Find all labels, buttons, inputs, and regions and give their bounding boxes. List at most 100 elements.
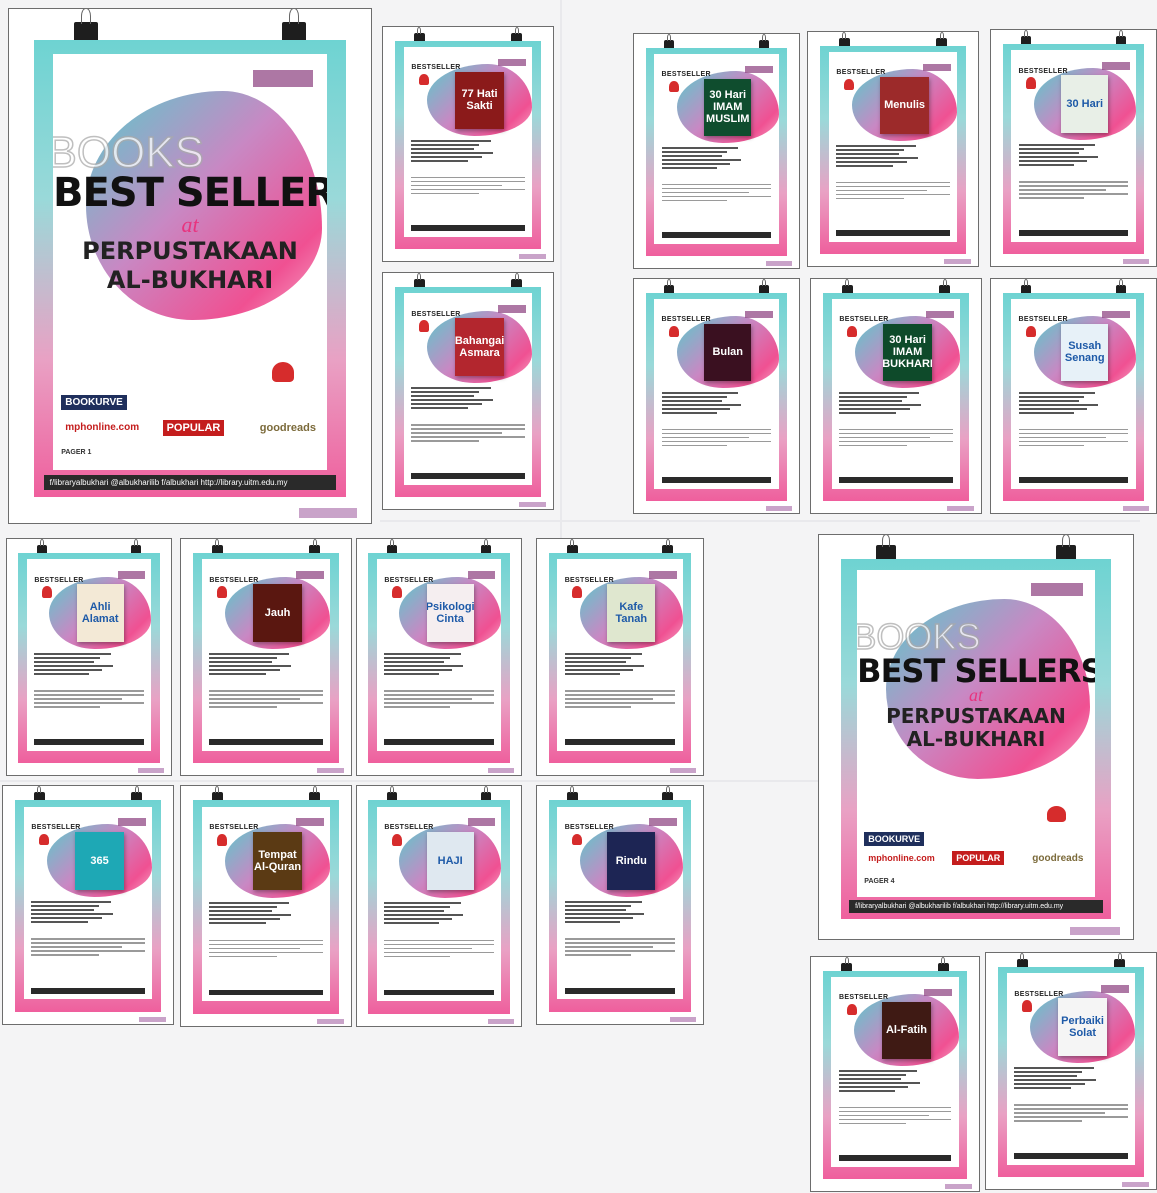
book-info	[34, 651, 143, 677]
bestseller-badge: BESTSELLER	[839, 316, 889, 324]
book-poster[interactable]: BESTSELLER 30 Hari	[990, 29, 1157, 267]
social-bar	[661, 232, 772, 239]
book-info	[384, 900, 493, 926]
book-cover: 365	[75, 831, 125, 890]
uitm-logo	[925, 310, 954, 319]
page-label: PAGER 4	[864, 877, 895, 885]
uitm-logo	[1102, 310, 1130, 319]
book-info	[209, 900, 322, 926]
poster-frame: BESTSELLER HAJI	[368, 800, 510, 1014]
book-poster[interactable]: BESTSELLER Rindu	[536, 785, 704, 1025]
book-poster[interactable]: BESTSELLER 365	[2, 785, 174, 1025]
bestseller-badge: BESTSELLER	[661, 71, 711, 79]
poster-frame: BESTSELLER Bahangai Asmara	[394, 287, 542, 498]
poster-frame: BOOKS BEST SELLERS at PERPUSTAKAAN AL-BU…	[840, 559, 1112, 919]
page-label: PAGER 1	[61, 449, 92, 457]
poster-inner: BESTSELLER Susah Senang	[1011, 299, 1136, 489]
uitm-mark	[519, 501, 547, 507]
sponsor-bookurve: BOOKURVE	[61, 394, 127, 410]
book-poster[interactable]: BESTSELLER Tempat Al-Quran	[180, 785, 352, 1027]
book-description	[411, 174, 525, 197]
book-poster[interactable]: BESTSELLER HAJI	[356, 785, 522, 1027]
uitm-logo	[1030, 583, 1083, 597]
book-description	[1018, 426, 1129, 449]
title-al-bukhari: AL-BUKHARI	[906, 727, 1046, 752]
book-description	[384, 937, 494, 960]
book-poster[interactable]: BESTSELLER Psikologi Cinta	[356, 538, 522, 776]
library-logo	[272, 361, 295, 383]
bestseller-badge: BESTSELLER	[209, 824, 259, 832]
book-poster[interactable]: BESTSELLER 77 Hati Sakti	[382, 26, 554, 262]
uitm-logo	[1100, 984, 1129, 993]
poster-inner: BESTSELLER Menulis	[828, 52, 958, 242]
uitm-logo	[497, 304, 526, 313]
book-poster[interactable]: BESTSELLER Jauh	[180, 538, 352, 776]
social-bar	[209, 739, 323, 745]
uitm-mark	[766, 506, 793, 511]
poster-inner: BESTSELLER Bahangai Asmara	[403, 293, 533, 485]
book-cover: Jauh	[253, 584, 303, 642]
poster-inner: BESTSELLER Bulan	[654, 299, 779, 489]
library-logo	[669, 80, 680, 93]
poster-frame: BESTSELLER Kafe Tanah	[548, 553, 692, 764]
uitm-logo	[117, 570, 145, 579]
bestseller-badge: BESTSELLER	[836, 69, 886, 77]
uitm-mark	[488, 1018, 515, 1024]
uitm-logo	[467, 818, 495, 827]
poster-frame: BESTSELLER Perbaiki Solat	[997, 967, 1145, 1178]
library-logo	[846, 1003, 857, 1016]
social-bar	[564, 739, 676, 745]
social-bar	[836, 230, 950, 237]
book-description	[209, 937, 323, 960]
uitm-mark	[488, 767, 515, 773]
main-poster[interactable]: BOOKS BEST SELLERS at PERPUSTAKAAN AL-BU…	[8, 8, 372, 524]
book-poster[interactable]: BESTSELLER Bahangai Asmara	[382, 272, 554, 510]
title-perpustakaan: PERPUSTAKAAN	[82, 236, 298, 265]
book-description	[384, 688, 494, 711]
book-description	[661, 426, 772, 449]
book-poster[interactable]: BESTSELLER Susah Senang	[990, 278, 1157, 514]
book-info	[411, 385, 524, 411]
book-poster[interactable]: BESTSELLER Menulis	[807, 31, 979, 267]
sponsor-goodreads: goodreads	[1032, 853, 1084, 865]
title-best-sellers: BEST SELLERS	[53, 170, 327, 217]
second-poster[interactable]: BOOKS BEST SELLERS at PERPUSTAKAAN AL-BU…	[818, 534, 1134, 940]
poster-frame: BESTSELLER Susah Senang	[1002, 293, 1145, 502]
book-info	[564, 651, 676, 677]
book-cover: Psikologi Cinta	[426, 584, 474, 642]
book-poster[interactable]: BESTSELLER Bulan	[633, 278, 800, 514]
uitm-logo	[253, 70, 314, 87]
book-description	[31, 936, 145, 959]
social-bar	[1018, 477, 1129, 484]
sponsor-popular: POPULAR	[952, 851, 1005, 866]
uitm-mark	[766, 261, 793, 266]
poster-frame: BESTSELLER Jauh	[192, 553, 340, 764]
book-poster[interactable]: BESTSELLER Perbaiki Solat	[985, 952, 1157, 1190]
uitm-logo	[745, 310, 773, 319]
uitm-mark	[1123, 258, 1150, 264]
library-logo	[847, 325, 858, 338]
library-logo	[391, 586, 402, 598]
poster-inner: BESTSELLER HAJI	[376, 806, 502, 1002]
book-poster[interactable]: BESTSELLER Kafe Tanah	[536, 538, 704, 776]
uitm-mark	[669, 1016, 697, 1022]
book-info	[411, 138, 524, 164]
poster-frame: BESTSELLER 30 Hari IMAM MUSLIM	[645, 48, 788, 257]
book-poster[interactable]: BESTSELLER 30 Hari IMAM MUSLIM	[633, 33, 800, 269]
background-line	[380, 520, 1140, 522]
social-bar	[839, 477, 953, 484]
sponsor-mph: mphonline.com	[868, 853, 935, 864]
bestseller-badge: BESTSELLER	[384, 576, 434, 584]
library-logo	[217, 586, 228, 598]
book-poster[interactable]: BESTSELLER 30 Hari IMAM BUKHARI	[810, 278, 982, 514]
background-line	[0, 780, 820, 782]
social-bar: f/libraryalbukhari @albukharilib f/albuk…	[43, 475, 337, 491]
social-bar	[384, 739, 494, 745]
book-description	[1014, 1102, 1128, 1125]
sponsor-mph: mphonline.com	[65, 421, 140, 433]
sponsor-bookurve: BOOKURVE	[864, 831, 925, 846]
book-poster[interactable]: BESTSELLER Al-Fatih	[810, 956, 980, 1192]
book-description	[661, 181, 772, 204]
book-poster[interactable]: BESTSELLER Ahli Alamat	[6, 538, 172, 776]
library-logo	[419, 73, 430, 86]
